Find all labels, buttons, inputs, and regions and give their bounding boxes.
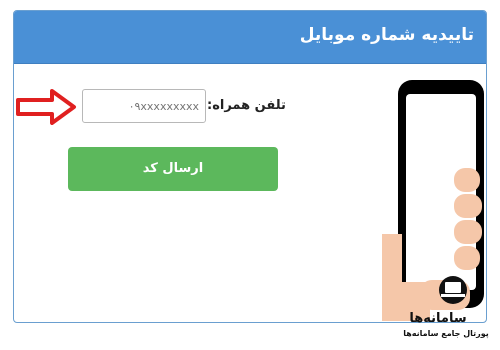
- send-code-button[interactable]: ارسال کد: [68, 147, 278, 191]
- phone-number-input[interactable]: [82, 89, 206, 123]
- watermark-name: سامانه‌ها: [409, 311, 467, 326]
- card-title: تاییدیه شماره موبایل: [299, 25, 474, 45]
- arrow-right-icon: [16, 89, 76, 125]
- card-header: تاییدیه شماره موبایل: [14, 11, 486, 64]
- phone-number-label: تلفن همراه:: [207, 98, 286, 113]
- watermark-subtitle: پورتال جامع سامانه‌ها: [403, 329, 489, 338]
